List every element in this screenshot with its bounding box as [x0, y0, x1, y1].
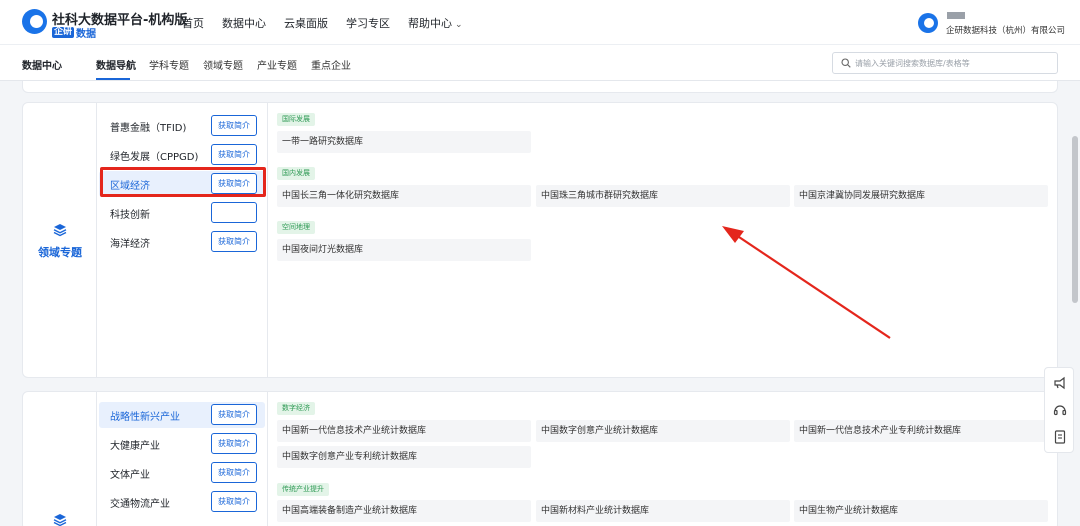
floating-toolbar [1044, 367, 1074, 453]
headset-icon[interactable] [1052, 402, 1068, 418]
arrow-shaft [735, 234, 891, 339]
annotation-arrow [722, 226, 891, 339]
megaphone-icon[interactable] [1052, 375, 1068, 391]
arrow-head [722, 226, 744, 243]
document-icon[interactable] [1052, 429, 1068, 445]
page-scrollbar[interactable] [1072, 136, 1078, 303]
